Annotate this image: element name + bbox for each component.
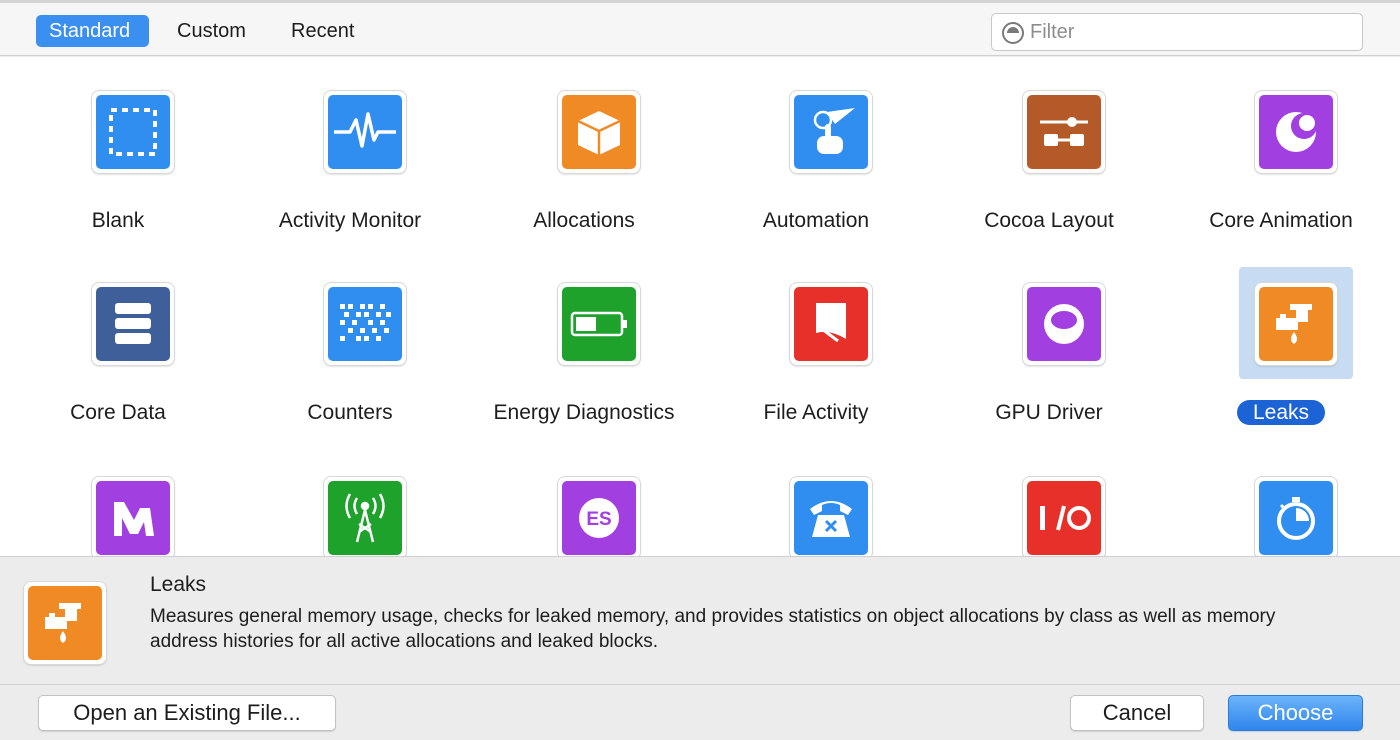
- opengl-es-icon: ES: [558, 477, 640, 556]
- filter-field[interactable]: [991, 13, 1363, 51]
- io-icon: [1023, 477, 1105, 556]
- toolbar: Standard Custom Recent: [0, 0, 1400, 56]
- template-label: Blank: [91, 209, 145, 232]
- blank-icon: [92, 91, 174, 173]
- description-text: Measures general memory usage, checks fo…: [150, 606, 1276, 652]
- template-label: Cocoa Layout: [984, 209, 1114, 232]
- template-grid: Blank Activity Monitor Allocations Autom…: [0, 57, 1400, 557]
- leaks-icon: [24, 582, 106, 664]
- core-animation-icon: [1255, 91, 1337, 173]
- template-label: GPU Driver: [995, 401, 1103, 424]
- network-tower-icon: [324, 477, 406, 556]
- allocations-icon: [558, 91, 640, 173]
- core-data-icon: [92, 283, 174, 365]
- energy-diagnostics-icon: [558, 283, 640, 365]
- template-label: Automation: [762, 209, 870, 232]
- template-label: Leaks: [1161, 399, 1400, 426]
- template-label: Allocations: [533, 209, 635, 232]
- description-panel: Leaks Measures general memory usage, che…: [0, 558, 1400, 685]
- phone-icon: [790, 477, 872, 556]
- template-label-text: Leaks: [1236, 400, 1326, 425]
- template-label: Core Animation: [1209, 209, 1353, 232]
- automation-icon: [790, 91, 872, 173]
- cancel-button[interactable]: Cancel: [1070, 695, 1204, 731]
- time-profiler-icon: [1255, 477, 1337, 556]
- tab-custom[interactable]: Custom: [164, 15, 259, 47]
- gpu-driver-icon: [1023, 283, 1105, 365]
- tab-standard[interactable]: Standard: [36, 15, 149, 47]
- svg-text:ES: ES: [586, 509, 611, 530]
- template-label: Core Data: [70, 401, 166, 424]
- activity-monitor-icon: [324, 91, 406, 173]
- tab-recent[interactable]: Recent: [278, 15, 367, 47]
- choose-button[interactable]: Choose: [1228, 695, 1363, 731]
- template-label: Activity Monitor: [278, 209, 422, 232]
- description-title: Leaks: [150, 573, 207, 596]
- filter-icon: [1002, 22, 1024, 44]
- counters-icon: [324, 283, 406, 365]
- file-activity-icon: [790, 283, 872, 365]
- cocoa-layout-icon: [1023, 91, 1105, 173]
- leaks-icon: [1255, 283, 1337, 365]
- metal-system-trace-icon: [92, 477, 174, 556]
- template-label: Energy Diagnostics: [493, 401, 675, 424]
- filter-input[interactable]: [1030, 18, 1350, 46]
- open-existing-file-button[interactable]: Open an Existing File...: [38, 695, 336, 731]
- template-label: File Activity: [763, 401, 869, 424]
- template-label: Counters: [307, 401, 393, 424]
- button-bar: Open an Existing File... Cancel Choose: [0, 686, 1400, 740]
